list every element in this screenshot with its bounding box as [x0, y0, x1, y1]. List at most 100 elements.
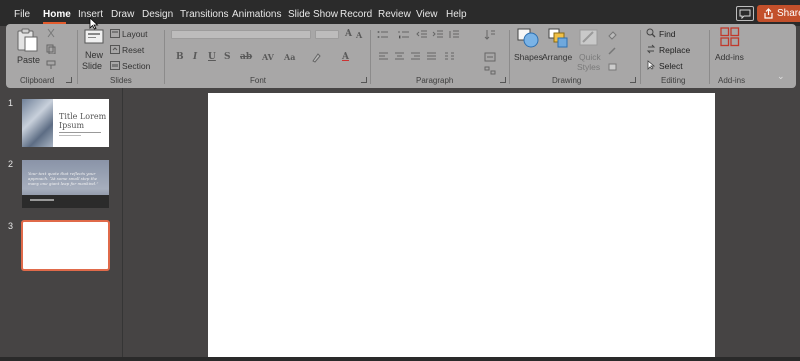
shadow-button[interactable]: S	[224, 52, 231, 62]
decrease-indent-icon[interactable]	[416, 30, 428, 40]
editing-group-label: Editing	[661, 76, 686, 85]
slide-thumbnail-1[interactable]: Title Lorem Ipsum	[22, 99, 109, 147]
slide-canvas[interactable]	[208, 93, 715, 358]
tab-slide-show[interactable]: Slide Show	[288, 9, 338, 21]
tab-transitions[interactable]: Transitions	[180, 9, 229, 21]
pane-divider[interactable]	[122, 88, 123, 361]
paragraph-group-label: Paragraph	[416, 76, 454, 85]
increase-font-icon[interactable]: A	[345, 29, 352, 39]
decrease-font-icon[interactable]: A	[356, 30, 362, 40]
thumbnail-title: Title Lorem Ipsum	[59, 112, 107, 130]
align-left-icon[interactable]	[378, 52, 389, 62]
quick-styles-icon	[579, 29, 598, 46]
tab-home[interactable]: Home	[43, 9, 71, 21]
thumbnail-quote: Your text quote that reflects your appro…	[28, 171, 99, 186]
layout-button[interactable]: Layout	[110, 28, 160, 40]
add-ins-button[interactable]: Add-ins	[714, 27, 746, 69]
select-button[interactable]: Select	[646, 60, 696, 72]
new-slide-label-line1: New	[85, 50, 104, 60]
smartart-icon[interactable]	[484, 66, 496, 75]
slide-number-2: 2	[8, 159, 14, 169]
arrange-button[interactable]: Arrange	[542, 27, 574, 67]
tab-review[interactable]: Review	[378, 9, 411, 21]
shapes-icon	[517, 28, 539, 48]
increase-indent-icon[interactable]	[432, 30, 444, 40]
tab-record[interactable]: Record	[340, 9, 372, 21]
section-button[interactable]: Section	[110, 60, 160, 72]
ribbon: Paste Clipboard New Slide Layout Reset S…	[6, 24, 796, 88]
reset-button[interactable]: Reset	[110, 44, 150, 56]
new-slide-icon	[84, 29, 104, 44]
comment-icon	[739, 9, 751, 19]
italic-button[interactable]: I	[193, 52, 197, 62]
find-icon	[646, 28, 656, 38]
ribbon-separator	[370, 30, 371, 84]
thumbnail-image	[22, 99, 53, 147]
font-size-box[interactable]	[315, 30, 339, 39]
ribbon-separator	[164, 30, 165, 84]
tab-draw[interactable]: Draw	[111, 9, 134, 21]
justify-icon[interactable]	[426, 52, 437, 62]
tab-help[interactable]: Help	[446, 9, 467, 21]
align-right-icon[interactable]	[410, 52, 421, 62]
font-dialog-launcher[interactable]	[361, 77, 367, 83]
slide-number-1: 1	[8, 98, 14, 108]
arrange-icon	[548, 28, 568, 48]
comment-button[interactable]	[736, 6, 754, 21]
copy-icon[interactable]	[46, 44, 56, 54]
slide-thumbnail-2[interactable]: Your text quote that reflects your appro…	[22, 160, 109, 208]
ribbon-separator	[77, 30, 78, 84]
align-center-icon[interactable]	[394, 52, 405, 62]
highlighter-icon[interactable]	[311, 52, 322, 63]
thumbnail-band	[22, 195, 109, 208]
tab-view[interactable]: View	[416, 9, 438, 21]
strikethrough-button[interactable]: ab	[240, 52, 252, 62]
tab-animations[interactable]: Animations	[232, 9, 281, 21]
text-direction-icon[interactable]	[484, 29, 496, 40]
new-slide-button[interactable]: New Slide	[81, 27, 107, 73]
columns-icon[interactable]	[444, 52, 455, 62]
tab-file[interactable]: File	[14, 9, 30, 21]
paste-icon	[17, 28, 38, 52]
layout-icon	[110, 29, 120, 38]
tab-design[interactable]: Design	[142, 9, 173, 21]
status-bar	[0, 357, 800, 361]
select-label: Select	[659, 61, 683, 71]
collapse-ribbon-icon[interactable]: ⌄	[777, 71, 785, 82]
line-spacing-icon[interactable]	[448, 30, 460, 40]
ribbon-separator	[509, 30, 510, 84]
shapes-label: Shapes	[514, 52, 543, 62]
font-name-box[interactable]	[171, 30, 311, 39]
quick-styles-label-line2: Styles	[577, 62, 601, 72]
shape-outline-icon[interactable]	[607, 46, 618, 56]
shape-fill-icon[interactable]	[607, 30, 618, 40]
shape-effects-icon[interactable]	[607, 62, 618, 72]
menu-bar: File Home Insert Draw Design Transitions…	[0, 0, 800, 26]
thumbnail-subtitle-line	[59, 135, 81, 136]
share-icon	[764, 8, 773, 19]
font-color-icon[interactable]: A	[342, 52, 349, 62]
find-button[interactable]: Find	[646, 28, 686, 40]
clipboard-dialog-launcher[interactable]	[66, 77, 72, 83]
quick-styles-button[interactable]: Quick Styles	[574, 27, 604, 73]
section-label: Section	[122, 61, 151, 71]
numbering-icon[interactable]	[398, 30, 410, 40]
align-text-icon[interactable]	[484, 52, 496, 62]
slide-thumbnail-3[interactable]	[21, 220, 110, 271]
bullets-icon[interactable]	[377, 30, 389, 40]
paragraph-dialog-launcher[interactable]	[500, 77, 506, 83]
underline-button[interactable]: U	[208, 52, 216, 62]
bold-button[interactable]: B	[176, 52, 184, 62]
reset-icon	[110, 45, 120, 54]
cut-icon[interactable]	[46, 28, 56, 38]
character-spacing-icon[interactable]: AV	[262, 52, 274, 62]
share-button[interactable]: Share	[757, 5, 800, 22]
replace-button[interactable]: Replace	[646, 44, 701, 56]
change-case-icon[interactable]: Aa	[284, 52, 295, 62]
format-painter-icon[interactable]	[46, 60, 56, 70]
shapes-button[interactable]: Shapes	[513, 27, 543, 67]
paste-button[interactable]: Paste	[12, 27, 40, 73]
ribbon-separator	[709, 30, 710, 84]
drawing-group-label: Drawing	[552, 76, 582, 85]
drawing-dialog-launcher[interactable]	[630, 77, 636, 83]
